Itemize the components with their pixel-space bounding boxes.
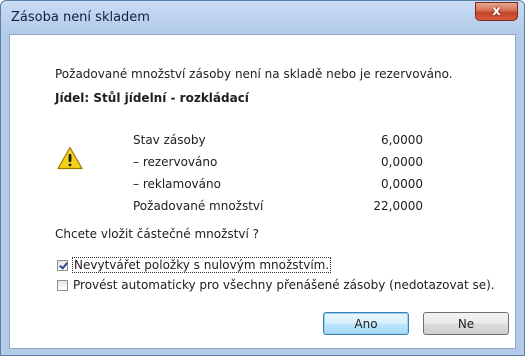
warning-icon xyxy=(57,146,83,170)
zero-quantity-label[interactable]: Nevytvářet položky s nulovým množstvím. xyxy=(71,257,332,273)
zero-quantity-checkbox[interactable] xyxy=(57,259,68,271)
stock-table: Stav zásoby 6,0000 – rezervováno 0,0000 … xyxy=(133,133,423,221)
requested-value: 22,0000 xyxy=(373,199,423,213)
auto-apply-checkbox[interactable] xyxy=(57,279,68,291)
no-button[interactable]: Ne xyxy=(423,312,509,335)
dialog-window: Zásoba není skladem x Požadované množstv… xyxy=(0,0,525,356)
reserved-label: – rezervováno xyxy=(133,155,218,169)
message-text: Požadované množství zásoby není na sklad… xyxy=(55,67,453,81)
requested-row: Požadované množství 22,0000 xyxy=(133,199,423,221)
claimed-label: – reklamováno xyxy=(133,177,221,191)
reserved-row: – rezervováno 0,0000 xyxy=(133,155,423,177)
dialog-body: Požadované množství zásoby není na sklad… xyxy=(9,34,516,349)
question-text: Chcete vložit částečné množství ? xyxy=(55,227,259,241)
reserved-value: 0,0000 xyxy=(381,155,423,169)
title-bar[interactable]: Zásoba není skladem x xyxy=(1,1,524,35)
auto-apply-option[interactable]: Provést automaticky pro všechny přenášen… xyxy=(57,278,495,292)
stock-value: 6,0000 xyxy=(381,133,423,147)
close-icon: x xyxy=(492,4,501,19)
yes-button[interactable]: Ano xyxy=(323,312,409,335)
claimed-value: 0,0000 xyxy=(381,177,423,191)
zero-quantity-option[interactable]: Nevytvářet položky s nulovým množstvím. xyxy=(57,257,332,273)
stock-row: Stav zásoby 6,0000 xyxy=(133,133,423,155)
claimed-row: – reklamováno 0,0000 xyxy=(133,177,423,199)
window-title: Zásoba není skladem xyxy=(11,10,150,25)
item-label: Jídel: Stůl jídelní - rozkládací xyxy=(55,91,249,105)
stock-label: Stav zásoby xyxy=(133,133,206,147)
requested-label: Požadované množství xyxy=(133,199,264,213)
close-button[interactable]: x xyxy=(475,2,518,21)
auto-apply-label[interactable]: Provést automaticky pro všechny přenášen… xyxy=(73,278,495,292)
